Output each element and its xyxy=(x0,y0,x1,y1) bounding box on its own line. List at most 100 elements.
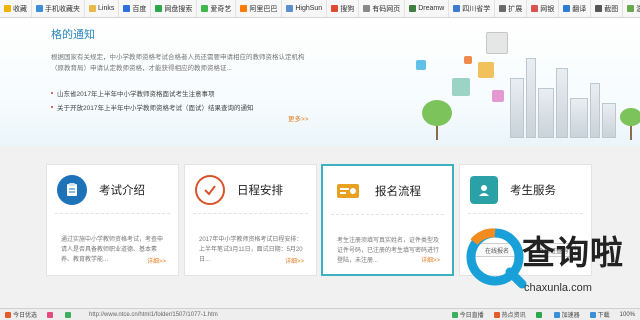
bullet-icon xyxy=(51,106,53,108)
bookmark-item[interactable]: 手机收藏夹 xyxy=(32,0,85,17)
toolbar-item-label: 翻译 xyxy=(572,5,587,13)
folder-icon xyxy=(89,5,96,12)
checkmark-icon xyxy=(195,175,225,205)
card-title[interactable]: 考生服务 xyxy=(510,182,556,198)
news-item-label[interactable]: 关于开放2017年上半年中小学教师资格考试（面试）结果查询的通知 xyxy=(57,102,253,112)
status-item[interactable]: 今日优选 xyxy=(0,310,42,319)
more-link[interactable]: 更多>> xyxy=(288,113,309,123)
toolbar-item-label: 截图 xyxy=(604,5,619,13)
status-item-label: 热点资讯 xyxy=(501,313,526,319)
bookmark-item-label: 有码网页 xyxy=(372,5,401,13)
bookmark-item-label: 四川省学 xyxy=(462,5,491,13)
zoom-level[interactable]: 100% xyxy=(615,312,640,318)
toolbar-item-label: 扩展 xyxy=(508,5,523,13)
card-title[interactable]: 考试介绍 xyxy=(99,182,145,198)
card-title[interactable]: 报名流程 xyxy=(375,183,421,199)
status-item[interactable] xyxy=(60,310,78,319)
status-bar: 今日优选 http://www.ntce.cn/html1/folder/150… xyxy=(0,308,640,320)
status-item-label: 下载 xyxy=(597,313,610,319)
live-icon xyxy=(451,311,458,318)
bookmark-item-label: Dreamw xyxy=(418,5,445,12)
id-card-icon xyxy=(333,176,363,206)
status-item[interactable]: 今日直播 xyxy=(447,310,489,319)
game-icon xyxy=(627,5,635,12)
school-icon xyxy=(453,5,461,12)
bookmark-item[interactable]: 收藏 xyxy=(0,0,32,17)
notice-title[interactable]: 格的通知 xyxy=(51,26,95,42)
bookmarks-bar: 收藏 手机收藏夹 Links 百度 网盘搜索 爱奇艺 阿里巴巴 HighSun 搜狗 有码网页 Dr… xyxy=(0,0,640,18)
status-item[interactable]: 加速器 xyxy=(549,310,585,319)
puzzle-icon xyxy=(499,5,507,12)
toolbar-item-label: 网银 xyxy=(540,5,555,13)
card-title[interactable]: 日程安排 xyxy=(237,182,283,198)
bookmark-item[interactable]: Dreamw xyxy=(405,0,450,17)
download-icon xyxy=(589,311,596,318)
bookmark-item-label: Links xyxy=(98,5,115,12)
bookmark-item[interactable]: 网盘搜索 xyxy=(151,0,198,17)
watermark-url: chaxunla.com xyxy=(524,282,592,294)
bookmark-item[interactable]: 四川省学 xyxy=(449,0,496,17)
toolbar-item[interactable]: 翻译 xyxy=(559,0,592,17)
details-link[interactable]: 详细>> xyxy=(285,256,304,265)
bullet-icon xyxy=(51,92,53,94)
details-link[interactable]: 详细>> xyxy=(147,256,166,265)
status-item-label: 今日优选 xyxy=(13,313,38,319)
news-icon xyxy=(493,311,500,318)
news-item[interactable]: 山东省2017年上半年中小学教师资格面试考生注意事项 xyxy=(51,88,321,98)
bookmark-item-label: 爱奇艺 xyxy=(210,5,232,13)
bookmark-item-label: 百度 xyxy=(132,5,147,13)
bookmark-item-label: 手机收藏夹 xyxy=(45,5,80,13)
page-icon xyxy=(363,5,371,12)
toolbar-item[interactable]: 网银 xyxy=(527,0,560,17)
bookmark-item-label: 阿里巴巴 xyxy=(249,5,278,13)
star-icon xyxy=(4,5,11,12)
bookmark-item-label: 搜狗 xyxy=(340,5,355,13)
hero-banner: 格的通知 根据国家有关规定，中小学教师资格考试合格者人员还需要申请相应的教师资格… xyxy=(0,18,640,146)
city-illustration xyxy=(400,18,640,146)
heart-icon xyxy=(47,311,54,318)
bookmark-item[interactable]: HighSun xyxy=(282,0,328,17)
translate-icon xyxy=(563,5,571,12)
bookmark-item[interactable]: 有码网页 xyxy=(359,0,406,17)
shield-icon xyxy=(535,311,542,318)
status-url: http://www.ntce.cn/html1/folder/1507/107… xyxy=(89,311,218,318)
toolbar-item[interactable]: 游戏 xyxy=(623,0,640,17)
notice-paragraph: 根据国家有关规定，中小学教师资格考试合格者人员还需要申请相应的教师资格认定机构（… xyxy=(51,54,305,72)
status-item[interactable]: 热点资讯 xyxy=(489,310,531,319)
ali-icon xyxy=(240,5,248,12)
bookmark-item[interactable]: 搜狗 xyxy=(327,0,360,17)
card-schedule[interactable]: 日程安排 2017年中小学教师资格考试日程安排：上半年笔试3月11日，面试日期：… xyxy=(184,164,317,276)
bookmark-item[interactable]: 爱奇艺 xyxy=(197,0,237,17)
baidu-icon xyxy=(123,5,131,12)
fire-icon xyxy=(5,311,11,318)
bookmark-item-label: 收藏 xyxy=(13,5,27,13)
watermark-text: 查询啦 xyxy=(522,234,624,271)
globe-icon xyxy=(286,5,294,12)
bookmark-item[interactable]: 阿里巴巴 xyxy=(236,0,283,17)
clipboard-icon xyxy=(57,175,87,205)
check-icon xyxy=(65,311,72,318)
news-item[interactable]: 关于开放2017年上半年中小学教师资格考试（面试）结果查询的通知 xyxy=(51,102,321,112)
search-icon xyxy=(155,5,163,12)
scissors-icon xyxy=(595,5,603,12)
status-item[interactable]: 下载 xyxy=(585,310,615,319)
status-item[interactable] xyxy=(42,310,60,319)
sogou-icon xyxy=(331,5,339,12)
rocket-icon xyxy=(553,311,560,318)
status-item-label: 加速器 xyxy=(561,313,580,319)
status-item[interactable] xyxy=(531,310,549,319)
status-item-label: 今日直播 xyxy=(459,313,484,319)
toolbar-item[interactable]: 扩展 xyxy=(495,0,528,17)
toolbar-item-label: 游戏 xyxy=(636,4,640,14)
card-exam-intro[interactable]: 考试介绍 通过实施中小学教师资格考试，考查申请人是否具备教师职业道德、基本素养、… xyxy=(46,164,179,276)
user-service-icon xyxy=(470,176,498,204)
news-item-label[interactable]: 山东省2017年上半年中小学教师资格面试考生注意事项 xyxy=(57,88,214,98)
details-link[interactable]: 详细>> xyxy=(421,255,440,264)
phone-icon xyxy=(36,5,43,12)
toolbar-item[interactable]: 截图 xyxy=(591,0,624,17)
bank-icon xyxy=(531,5,539,12)
watermark-logo-icon xyxy=(462,224,528,290)
bookmark-item[interactable]: Links xyxy=(85,0,120,17)
card-registration-flow[interactable]: 报名流程 考生注册须填写真实姓名，证件类型及证件号码，已注册的考生填写密码进行登… xyxy=(321,164,454,276)
bookmark-item[interactable]: 百度 xyxy=(119,0,152,17)
